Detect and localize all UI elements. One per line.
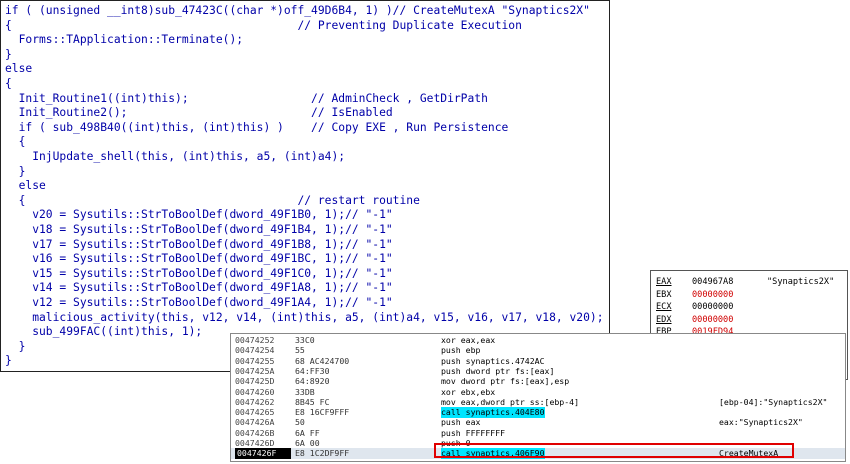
register-name: ECX bbox=[656, 302, 672, 313]
code-line: } bbox=[5, 47, 12, 61]
register-value: 004967A8 bbox=[692, 277, 734, 287]
register-name: EDX bbox=[656, 314, 672, 325]
code-line: } bbox=[5, 354, 12, 368]
register-row[interactable]: EDX 00000000 bbox=[651, 314, 847, 326]
code-line: { bbox=[5, 135, 26, 149]
code-line: v18 = Sysutils::StrToBoolDef(dword_49F1B… bbox=[5, 223, 393, 236]
register-name: EAX bbox=[656, 277, 672, 287]
code-line: Init_Routine1((int)this); // AdminCheck … bbox=[5, 91, 488, 105]
code-line: } bbox=[5, 164, 26, 178]
register-value: 00000000 bbox=[692, 314, 734, 325]
code-line: if ( (unsigned __int8)sub_47423C((char *… bbox=[5, 4, 590, 17]
register-value: 00000000 bbox=[692, 289, 734, 300]
code-line: Init_Routine2(); // IsEnabled bbox=[5, 106, 393, 120]
createmutexa-call-highlight-box bbox=[434, 443, 794, 458]
code-line: else bbox=[5, 62, 33, 76]
code-line: malicious_activity(this, v12, v14, (int)… bbox=[5, 310, 604, 324]
decompiler-pseudocode-panel: if ( (unsigned __int8)sub_47423C((char *… bbox=[0, 0, 610, 372]
code-line: v15 = Sysutils::StrToBoolDef(dword_49F1C… bbox=[5, 266, 393, 280]
code-line: v14 = Sysutils::StrToBoolDef(dword_49F1A… bbox=[5, 281, 393, 295]
register-row[interactable]: EBX 00000000 bbox=[651, 289, 847, 301]
code-line: else bbox=[5, 179, 46, 193]
code-line: { // restart routine bbox=[5, 193, 420, 207]
register-name: EBX bbox=[656, 289, 672, 300]
code-line: v20 = Sysutils::StrToBoolDef(dword_49F1B… bbox=[5, 208, 393, 222]
instruction-address: 0047426F bbox=[235, 448, 291, 460]
code-line: InjUpdate_shell(this, (int)this, a5, (in… bbox=[5, 150, 346, 163]
register-comment: "Synaptics2X" bbox=[767, 277, 835, 287]
code-line: { // Preventing Duplicate Execution bbox=[5, 18, 522, 32]
code-line: { bbox=[5, 77, 12, 90]
code-line: v17 = Sysutils::StrToBoolDef(dword_49F1B… bbox=[5, 237, 393, 251]
instruction-bytes: E8 1C2DF9FF bbox=[295, 448, 350, 459]
code-line: Forms::TApplication::Terminate(); bbox=[5, 33, 244, 47]
code-line: if ( sub_498B40((int)this, (int)this) ) … bbox=[5, 120, 509, 134]
code-line: v16 = Sysutils::StrToBoolDef(dword_49F1B… bbox=[5, 252, 393, 266]
code-line: v12 = Sysutils::StrToBoolDef(dword_49F1A… bbox=[5, 296, 393, 309]
register-row[interactable]: ECX 00000000 bbox=[651, 301, 847, 313]
register-row[interactable]: EAX 004967A8 "Synaptics2X" bbox=[651, 276, 847, 288]
register-value: 00000000 bbox=[692, 302, 734, 313]
code-line: sub_499FAC((int)this, 1); bbox=[5, 325, 203, 339]
code-line: } bbox=[5, 339, 26, 353]
